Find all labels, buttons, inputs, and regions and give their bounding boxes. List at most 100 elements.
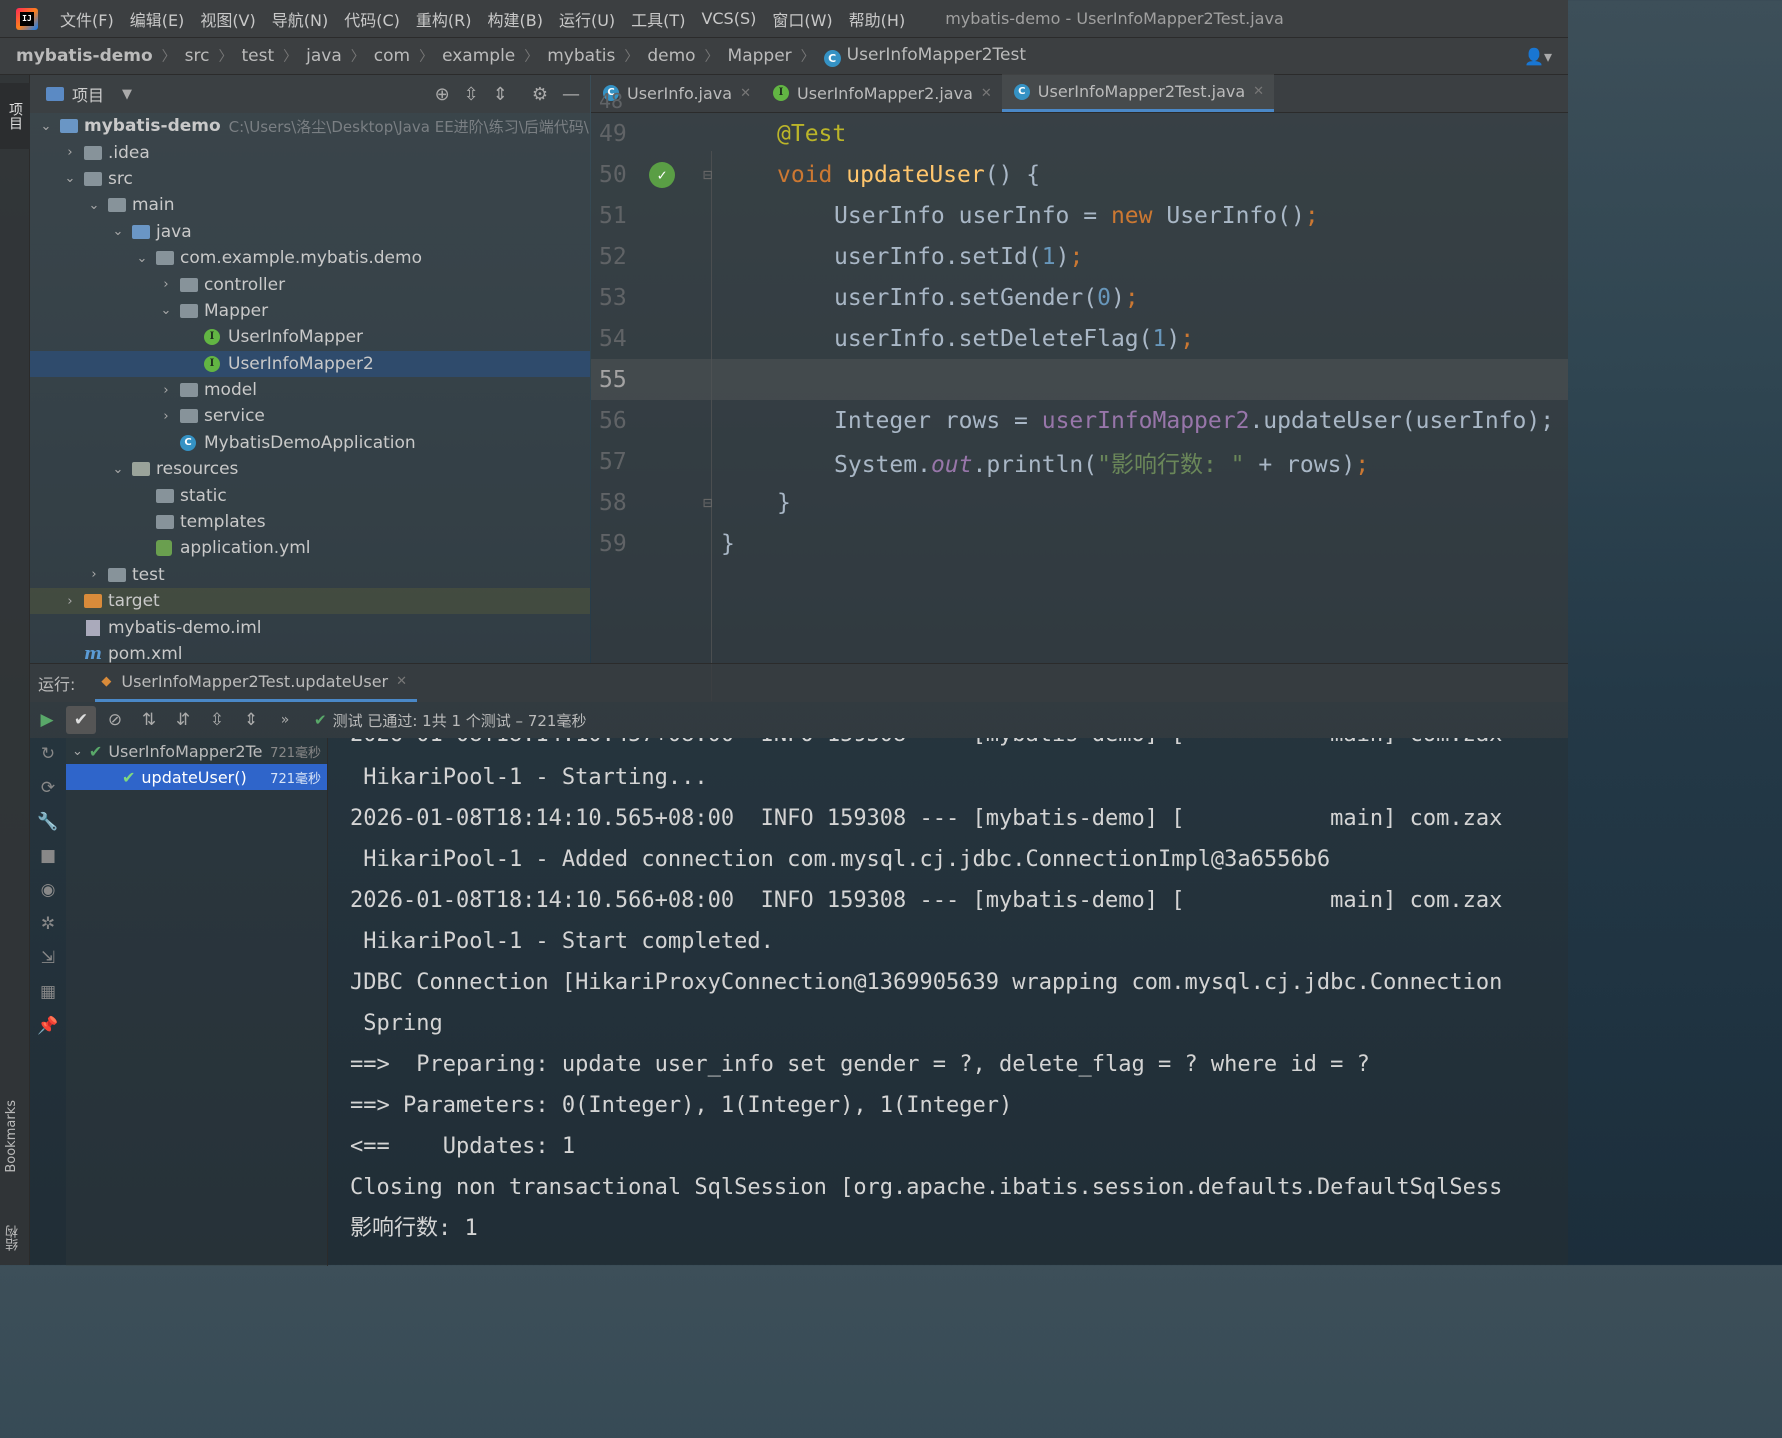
chevron-right-icon[interactable]: ›	[86, 567, 102, 582]
menu-run[interactable]: 运行(U)	[559, 7, 615, 31]
rerun-icon[interactable]: ▶	[32, 706, 62, 734]
breadcrumb-test[interactable]: test	[241, 46, 274, 66]
check-icon: ✔	[314, 711, 327, 729]
menu-navigate[interactable]: 导航(N)	[272, 7, 328, 31]
menu-file[interactable]: 文件(F)	[60, 7, 114, 31]
chevron-down-icon[interactable]: ⌄	[134, 251, 150, 266]
chevron-right-icon[interactable]: ›	[62, 145, 78, 160]
menu-vcs[interactable]: VCS(S)	[701, 9, 756, 28]
chevron-down-icon[interactable]: ⌄	[62, 171, 78, 186]
close-icon[interactable]: ✕	[396, 674, 407, 689]
code-line: 50 ✓ ⊟ void updateUser() {	[591, 154, 1568, 195]
test-class-row[interactable]: ⌄ ✔ UserInfoMapper2Te 721毫秒	[66, 738, 327, 764]
project-tool-button[interactable]: 项目	[0, 83, 30, 149]
stop-icon[interactable]: ■	[40, 846, 56, 866]
tree-item-src[interactable]: ⌄ src	[30, 166, 590, 192]
tree-item-userinfomapper2[interactable]: I UserInfoMapper2	[30, 350, 590, 377]
chevron-down-icon[interactable]: ⌄	[86, 198, 102, 213]
tree-item-iml[interactable]: mybatis-demo.iml	[30, 614, 590, 640]
tree-item-java[interactable]: ⌄ java	[30, 219, 590, 245]
chevron-down-icon[interactable]: ⌄	[158, 303, 174, 318]
chevron-down-icon[interactable]: ⌄	[110, 462, 126, 477]
breadcrumb-example[interactable]: example	[442, 46, 515, 66]
tree-item-userinfomapper[interactable]: I UserInfoMapper	[30, 324, 590, 350]
fold-icon[interactable]: ⊟	[703, 493, 713, 512]
menu-view[interactable]: 视图(V)	[200, 7, 255, 31]
breadcrumb-com[interactable]: com	[374, 46, 410, 66]
tree-item-idea[interactable]: › .idea	[30, 139, 590, 165]
chevron-down-icon[interactable]: ⌄	[38, 119, 54, 134]
breadcrumb-java[interactable]: java	[306, 46, 342, 66]
chevron-down-icon[interactable]: ▼	[122, 87, 132, 102]
tree-item-label: UserInfoMapper	[228, 327, 364, 348]
tree-item-mapper[interactable]: ⌄ Mapper	[30, 298, 590, 324]
camera-icon[interactable]: ◉	[41, 880, 56, 900]
tree-item-static[interactable]: static	[30, 482, 590, 508]
tree-item-controller[interactable]: › controller	[30, 271, 590, 297]
tree-item-label: controller	[204, 274, 286, 295]
run-tab[interactable]: ◆ UserInfoMapper2Test.updateUser ✕	[95, 664, 418, 702]
chevron-right-icon[interactable]: ›	[158, 383, 174, 398]
menu-tools[interactable]: 工具(T)	[631, 7, 685, 31]
chevron-right-icon[interactable]: ›	[62, 594, 78, 609]
expand-all-icon[interactable]: ⇳	[202, 706, 232, 734]
project-panel-title[interactable]: 项目	[72, 82, 104, 106]
toggle-auto-test-icon[interactable]: ⟳	[41, 778, 55, 798]
tree-item-test[interactable]: › test	[30, 562, 590, 588]
console-output[interactable]: 2026-01-08T18:14:10.457+08:00 INFO 15930…	[328, 738, 1568, 1266]
test-name: UserInfoMapper2Te	[108, 741, 263, 761]
chevron-right-icon[interactable]: ›	[158, 409, 174, 424]
breadcrumb-demo[interactable]: demo	[647, 46, 695, 66]
chevron-right-icon[interactable]: ›	[158, 277, 174, 292]
menu-refactor[interactable]: 重构(R)	[416, 7, 472, 31]
settings-icon[interactable]: ✲	[41, 914, 55, 934]
menu-window[interactable]: 窗口(W)	[772, 7, 832, 31]
chevron-down-icon[interactable]: ⌄	[110, 224, 126, 239]
bookmarks-tool-button[interactable]: Bookmarks	[4, 1100, 19, 1173]
tree-item-target[interactable]: › target	[30, 588, 590, 615]
gear-icon[interactable]: ⚙	[532, 84, 548, 105]
layout-icon[interactable]: ▦	[40, 982, 56, 1002]
tree-item-package[interactable]: ⌄ com.example.mybatis.demo	[30, 245, 590, 271]
tree-item-application-class[interactable]: C MybatisDemoApplication	[30, 430, 590, 456]
tree-item-main[interactable]: ⌄ main	[30, 192, 590, 218]
breadcrumb-mybatis[interactable]: mybatis	[547, 46, 615, 66]
collapse-all-icon[interactable]: ⇕	[236, 706, 266, 734]
breadcrumb-src[interactable]: src	[185, 46, 210, 66]
tree-item-model[interactable]: › model	[30, 377, 590, 403]
rerun-failed-icon[interactable]: ↻	[41, 744, 55, 764]
tree-item-service[interactable]: › service	[30, 403, 590, 429]
tree-item-label: templates	[180, 512, 266, 533]
sort-alpha-icon[interactable]: ⇅	[134, 706, 164, 734]
expand-all-icon[interactable]: ⇳	[464, 84, 479, 105]
run-test-icon[interactable]: ✓	[649, 161, 675, 188]
tree-item-resources[interactable]: ⌄ resources	[30, 456, 590, 482]
chevron-down-icon[interactable]: ⌄	[72, 744, 83, 759]
wrench-icon[interactable]: 🔧	[37, 812, 58, 832]
breadcrumb-mapper[interactable]: Mapper	[728, 46, 792, 66]
tree-item-application-yml[interactable]: application.yml	[30, 535, 590, 561]
locate-icon[interactable]: ⊕	[435, 84, 450, 105]
console-line: HikariPool-1 - Added connection com.mysq…	[350, 847, 1331, 872]
show-passed-icon[interactable]: ✔	[66, 706, 96, 734]
breadcrumb-test-class[interactable]: C UserInfoMapper2Test	[823, 45, 1026, 67]
menu-code[interactable]: 代码(C)	[344, 7, 400, 31]
structure-tool-button[interactable]: 结构	[4, 1225, 23, 1251]
test-method-row[interactable]: ✔ updateUser() 721毫秒	[66, 764, 327, 790]
menu-edit[interactable]: 编辑(E)	[130, 7, 185, 31]
collapse-all-icon[interactable]: ⇕	[493, 84, 508, 105]
fold-icon[interactable]: ⊟	[703, 165, 713, 184]
import-icon[interactable]: ⇲	[41, 948, 55, 968]
show-ignored-icon[interactable]: ⊘	[100, 706, 130, 734]
tree-item-root[interactable]: ⌄ mybatis-demo C:\Users\洛尘\Desktop\Java …	[30, 113, 590, 139]
menu-help[interactable]: 帮助(H)	[849, 7, 906, 31]
tree-item-path: C:\Users\洛尘\Desktop\Java EE进阶\练习\后端代码\	[228, 117, 589, 136]
menu-build[interactable]: 构建(B)	[488, 7, 543, 31]
pin-icon[interactable]: 📌	[37, 1016, 58, 1036]
tree-item-templates[interactable]: templates	[30, 509, 590, 535]
user-icon[interactable]: 👤▾	[1524, 47, 1552, 66]
more-icon[interactable]: »	[270, 706, 300, 734]
breadcrumb-project[interactable]: mybatis-demo	[16, 46, 153, 66]
sort-duration-icon[interactable]: ⇵	[168, 706, 198, 734]
minimize-icon[interactable]: —	[562, 84, 580, 105]
